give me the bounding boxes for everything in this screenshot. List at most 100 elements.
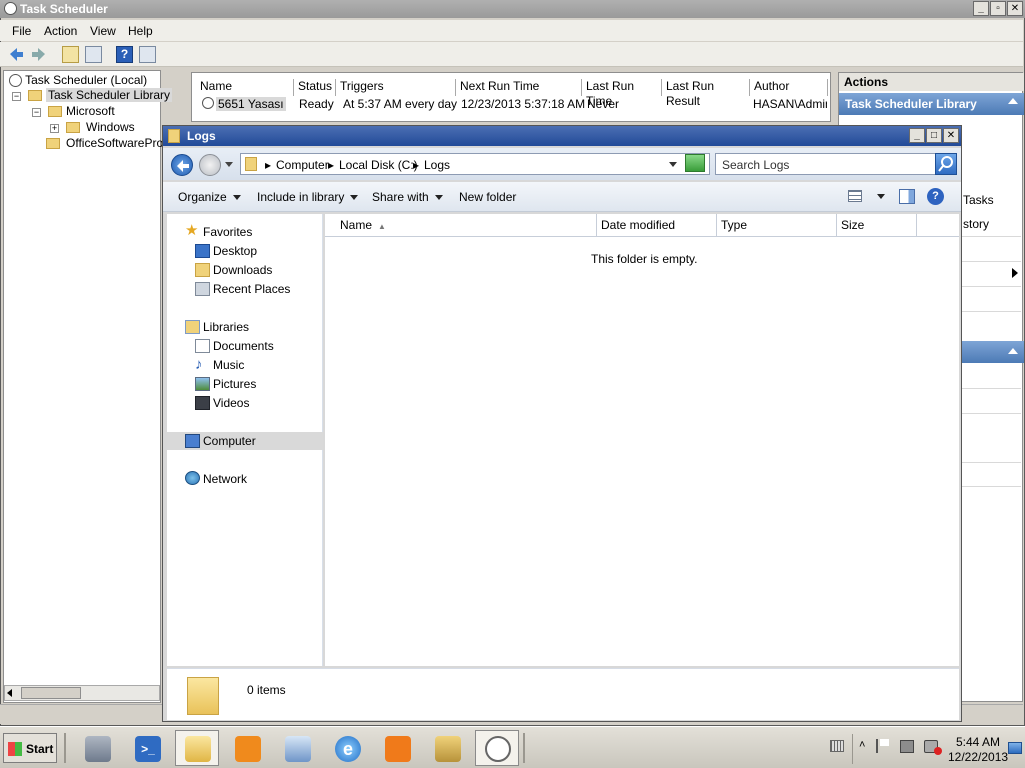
share-with-button[interactable]: Share with	[372, 190, 443, 204]
address-bar[interactable]: ▸ Computer ▸ Local Disk (C:) ▸ Logs	[240, 153, 710, 175]
minimize-button[interactable]: _	[909, 128, 925, 143]
show-action-pane-icon[interactable]	[139, 46, 156, 63]
tree-item-root[interactable]: Task Scheduler (Local)	[9, 73, 147, 88]
column-name[interactable]: Name ▲	[325, 214, 597, 236]
nav-downloads[interactable]: Downloads	[213, 263, 272, 277]
refresh-icon[interactable]	[685, 154, 705, 172]
collapse-icon[interactable]: −	[32, 108, 41, 117]
tree-item-windows[interactable]: Windows	[86, 120, 135, 134]
nav-recent-places[interactable]: Recent Places	[213, 282, 290, 296]
tree-item-office[interactable]: OfficeSoftwareProte	[66, 136, 173, 150]
show-hidden-icons-icon[interactable]: ˄	[859, 739, 865, 751]
menu-file[interactable]: File	[12, 24, 31, 38]
include-in-library-button[interactable]: Include in library	[257, 190, 359, 204]
taskbar-internet-explorer[interactable]: e	[325, 730, 369, 766]
taskbar-server-manager[interactable]	[75, 730, 119, 766]
back-button[interactable]	[171, 154, 193, 176]
close-button[interactable]: ✕	[1007, 1, 1023, 16]
task-scheduler-titlebar[interactable]: Task Scheduler _ ▫ ✕	[0, 0, 1025, 18]
address-dropdown-icon[interactable]	[669, 162, 677, 167]
clock-date[interactable]: 12/22/2013	[948, 750, 1008, 764]
up-folder-icon[interactable]	[62, 46, 79, 63]
tree-horizontal-scrollbar[interactable]	[4, 685, 160, 701]
taskbar-task-scheduler[interactable]	[475, 730, 519, 766]
chevron-right-icon[interactable]: ▸	[328, 158, 334, 172]
close-button[interactable]: ✕	[943, 128, 959, 143]
forward-button[interactable]	[199, 154, 221, 176]
menu-help[interactable]: Help	[128, 24, 153, 38]
logs-titlebar[interactable]: Logs _ □ ✕	[163, 126, 961, 146]
menu-view[interactable]: View	[90, 24, 116, 38]
expand-icon[interactable]: +	[50, 124, 59, 133]
column-last-result[interactable]: Last Run Result	[662, 79, 750, 108]
breadcrumb-computer[interactable]: Computer	[276, 158, 329, 172]
organize-button[interactable]: Organize	[178, 190, 241, 204]
action-enable-history[interactable]: story	[963, 217, 989, 231]
column-type[interactable]: Type	[717, 214, 837, 236]
actions-section-library[interactable]: Task Scheduler Library	[839, 93, 1024, 115]
action-display-all-tasks[interactable]: Tasks	[963, 193, 994, 207]
scroll-thumb[interactable]	[21, 687, 81, 699]
column-author[interactable]: Author	[750, 79, 828, 96]
network-tray-icon[interactable]	[900, 740, 914, 753]
new-folder-button[interactable]: New folder	[459, 190, 516, 204]
collapse-icon[interactable]: −	[12, 92, 21, 101]
chevron-right-icon[interactable]: ▸	[413, 158, 419, 172]
nav-documents[interactable]: Documents	[213, 339, 274, 353]
collapse-up-icon[interactable]	[1008, 98, 1018, 104]
chevron-right-icon[interactable]: ▸	[265, 158, 271, 172]
taskbar-explorer[interactable]	[175, 730, 219, 766]
breadcrumb-logs[interactable]: Logs	[424, 158, 450, 172]
nav-desktop[interactable]: Desktop	[213, 244, 257, 258]
minimize-button[interactable]: _	[973, 1, 989, 16]
nav-music[interactable]: Music	[213, 358, 244, 372]
help-icon[interactable]: ?	[927, 188, 944, 205]
menu-action[interactable]: Action	[44, 24, 77, 38]
clock-time[interactable]: 5:44 AM	[956, 735, 1000, 749]
breadcrumb-local-disk[interactable]: Local Disk (C:)	[339, 158, 418, 172]
keyboard-icon[interactable]	[830, 740, 844, 752]
mute-badge-icon	[934, 747, 942, 755]
tree-item-microsoft[interactable]: Microsoft	[66, 104, 115, 118]
nav-computer[interactable]: Computer	[203, 434, 256, 448]
column-name[interactable]: Name	[196, 79, 294, 96]
tree-item-library[interactable]: Task Scheduler Library	[46, 88, 173, 102]
taskbar-powershell[interactable]: >_	[125, 730, 169, 766]
column-size[interactable]: Size	[837, 214, 917, 236]
search-input[interactable]: Search Logs	[715, 153, 937, 175]
column-next-run[interactable]: Next Run Time	[456, 79, 582, 96]
column-date-modified[interactable]: Date modified	[597, 214, 717, 236]
help-icon[interactable]: ?	[116, 46, 133, 63]
actions-section-selected[interactable]	[961, 341, 1024, 363]
back-arrow-icon[interactable]	[8, 46, 25, 63]
taskbar-control-panel[interactable]	[275, 730, 319, 766]
taskbar-security[interactable]	[375, 730, 419, 766]
column-last-run[interactable]: Last Run Time	[582, 79, 662, 108]
view-options-icon[interactable]	[848, 190, 862, 202]
nav-network[interactable]: Network	[203, 472, 247, 486]
show-desktop-icon[interactable]	[1008, 742, 1022, 754]
nav-videos[interactable]: Videos	[213, 396, 249, 410]
maximize-button[interactable]: □	[926, 128, 942, 143]
chevron-down-icon[interactable]	[877, 194, 885, 199]
column-status[interactable]: Status	[294, 79, 336, 96]
flag-icon[interactable]	[876, 739, 889, 753]
preview-pane-icon[interactable]	[899, 189, 915, 204]
taskbar-app-orange[interactable]	[225, 730, 269, 766]
collapse-up-icon[interactable]	[1008, 348, 1018, 354]
taskbar-users[interactable]	[425, 730, 469, 766]
nav-pictures[interactable]: Pictures	[213, 377, 256, 391]
restore-button[interactable]: ▫	[990, 1, 1006, 16]
scroll-left-icon[interactable]	[7, 689, 12, 697]
submenu-arrow-icon[interactable]	[1012, 268, 1018, 278]
recent-pages-dropdown-icon[interactable]	[225, 162, 233, 167]
show-hide-pane-icon[interactable]	[85, 46, 102, 63]
nav-libraries[interactable]: Libraries	[203, 320, 249, 334]
search-icon[interactable]	[935, 153, 957, 175]
nav-computer-row[interactable]: Computer	[167, 432, 323, 450]
start-button[interactable]: Start	[3, 733, 57, 763]
column-triggers[interactable]: Triggers	[336, 79, 456, 96]
forward-arrow-icon[interactable]	[30, 46, 47, 63]
chevron-down-icon	[350, 195, 359, 201]
nav-favorites[interactable]: Favorites	[203, 225, 252, 239]
